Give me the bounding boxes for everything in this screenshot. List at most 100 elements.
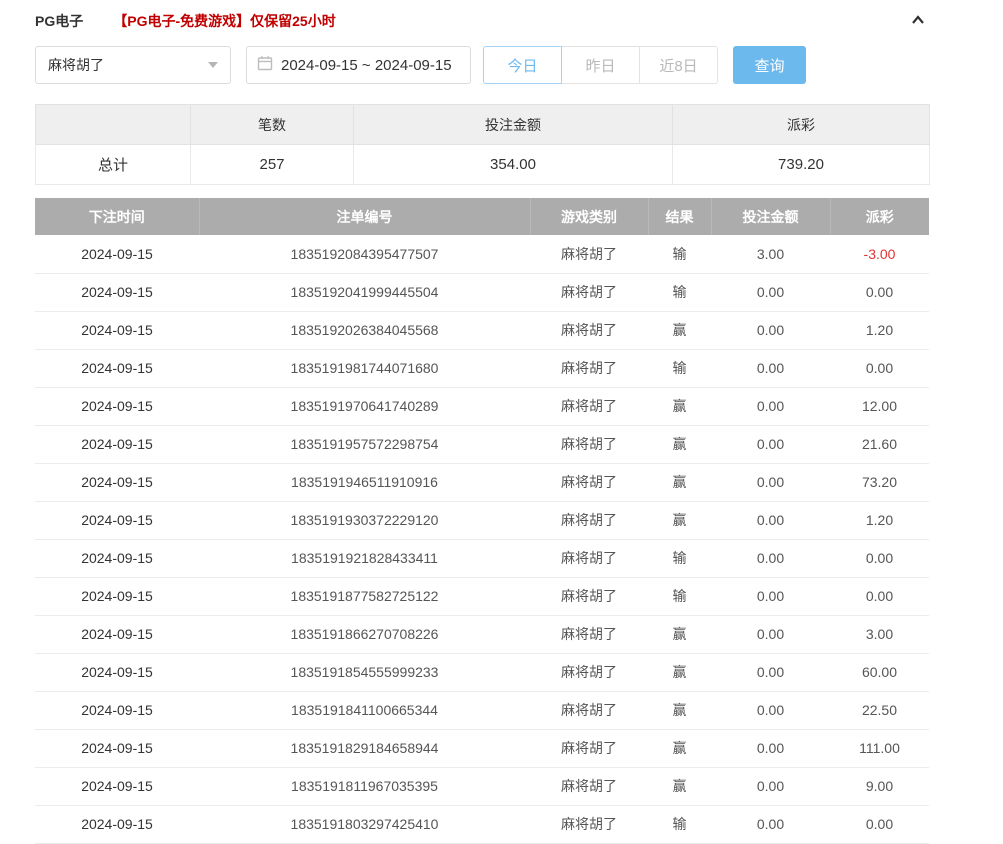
game-type: 麻将胡了	[530, 311, 648, 349]
quick-range-yesterday-button[interactable]: 昨日	[561, 46, 640, 84]
search-button[interactable]: 查询	[733, 46, 806, 84]
bet-result: 赢	[648, 615, 711, 653]
table-row: 2024-09-151835192084395477507麻将胡了输3.00-3…	[35, 235, 929, 273]
table-row: 2024-09-151835191946511910916麻将胡了赢0.0073…	[35, 463, 929, 501]
quick-range-group: 今日昨日近8日	[483, 46, 718, 84]
filter-bar: 麻将胡了 2024-09-15 ~ 2024-09-15 今日昨日近8日 查询	[35, 46, 929, 84]
bet-table-header-row: 下注时间 注单编号 游戏类别 结果 投注金额 派彩	[35, 198, 929, 235]
table-row: 2024-09-151835191803297425410麻将胡了输0.000.…	[35, 805, 929, 843]
panel-notice: 【PG电子-免费游戏】仅保留25小时	[113, 11, 335, 31]
bet-id: 1835191957572298754	[199, 425, 530, 463]
table-row: 2024-09-151835191866270708226麻将胡了赢0.003.…	[35, 615, 929, 653]
bet-date: 2024-09-15	[35, 691, 199, 729]
bet-payout: 73.20	[830, 463, 929, 501]
collapse-panel-button[interactable]	[907, 9, 929, 34]
bet-amount: 0.00	[711, 653, 830, 691]
summary-table: 笔数 投注金额 派彩 总计 257 354.00 739.20	[35, 104, 930, 185]
header-game-type: 游戏类别	[530, 198, 648, 235]
bet-payout: -3.00	[830, 235, 929, 273]
summary-header-payout: 派彩	[673, 105, 930, 145]
summary-total-count: 257	[191, 145, 354, 185]
game-type: 麻将胡了	[530, 767, 648, 805]
header-bet-date: 下注时间	[35, 198, 199, 235]
table-row: 2024-09-151835192026384045568麻将胡了赢0.001.…	[35, 311, 929, 349]
bet-amount: 0.00	[711, 577, 830, 615]
game-type: 麻将胡了	[530, 387, 648, 425]
bet-amount: 0.00	[711, 501, 830, 539]
bet-result: 赢	[648, 501, 711, 539]
bet-id: 1835191921828433411	[199, 539, 530, 577]
game-type: 麻将胡了	[530, 653, 648, 691]
game-select-value: 麻将胡了	[48, 55, 104, 75]
game-type: 麻将胡了	[530, 691, 648, 729]
bet-date: 2024-09-15	[35, 615, 199, 653]
bet-date: 2024-09-15	[35, 501, 199, 539]
bet-amount: 0.00	[711, 805, 830, 843]
table-row: 2024-09-151835191970641740289麻将胡了赢0.0012…	[35, 387, 929, 425]
game-type: 麻将胡了	[530, 729, 648, 767]
bet-amount: 3.00	[711, 235, 830, 273]
bet-amount: 0.00	[711, 387, 830, 425]
bet-date: 2024-09-15	[35, 387, 199, 425]
game-type: 麻将胡了	[530, 425, 648, 463]
date-range-input[interactable]: 2024-09-15 ~ 2024-09-15	[246, 46, 471, 84]
bet-payout: 0.00	[830, 577, 929, 615]
summary-header-bet-amount: 投注金额	[354, 105, 673, 145]
bet-id: 1835191866270708226	[199, 615, 530, 653]
table-row: 2024-09-151835191981744071680麻将胡了输0.000.…	[35, 349, 929, 387]
bet-date: 2024-09-15	[35, 805, 199, 843]
bet-payout: 111.00	[830, 729, 929, 767]
table-row: 2024-09-151835191854555999233麻将胡了赢0.0060…	[35, 653, 929, 691]
bet-payout: 0.00	[830, 273, 929, 311]
game-type: 麻将胡了	[530, 349, 648, 387]
bet-table-body: 2024-09-151835192084395477507麻将胡了输3.00-3…	[35, 235, 929, 843]
bet-id: 1835191829184658944	[199, 729, 530, 767]
table-row: 2024-09-151835191921828433411麻将胡了输0.000.…	[35, 539, 929, 577]
bet-result: 输	[648, 577, 711, 615]
quick-range-last8days-button[interactable]: 近8日	[639, 46, 718, 84]
bet-payout: 22.50	[830, 691, 929, 729]
date-range-value: 2024-09-15 ~ 2024-09-15	[281, 57, 452, 74]
bet-result: 赢	[648, 311, 711, 349]
bet-id: 1835191854555999233	[199, 653, 530, 691]
bet-id: 1835192041999445504	[199, 273, 530, 311]
table-row: 2024-09-151835191877582725122麻将胡了输0.000.…	[35, 577, 929, 615]
header-result: 结果	[648, 198, 711, 235]
bet-result: 赢	[648, 653, 711, 691]
table-row: 2024-09-151835192041999445504麻将胡了输0.000.…	[35, 273, 929, 311]
bet-date: 2024-09-15	[35, 539, 199, 577]
bet-id: 1835192084395477507	[199, 235, 530, 273]
bet-payout: 0.00	[830, 539, 929, 577]
game-type: 麻将胡了	[530, 501, 648, 539]
table-row: 2024-09-151835191957572298754麻将胡了赢0.0021…	[35, 425, 929, 463]
game-select[interactable]: 麻将胡了	[35, 46, 231, 84]
bet-id: 1835191877582725122	[199, 577, 530, 615]
quick-range-today-button[interactable]: 今日	[483, 46, 562, 84]
bet-id: 1835191946511910916	[199, 463, 530, 501]
table-row: 2024-09-151835191841100665344麻将胡了赢0.0022…	[35, 691, 929, 729]
bet-result: 赢	[648, 767, 711, 805]
summary-total-label: 总计	[36, 145, 191, 185]
bet-id: 1835191803297425410	[199, 805, 530, 843]
bet-amount: 0.00	[711, 691, 830, 729]
bet-date: 2024-09-15	[35, 235, 199, 273]
bet-result: 赢	[648, 387, 711, 425]
bet-date: 2024-09-15	[35, 653, 199, 691]
bet-amount: 0.00	[711, 273, 830, 311]
panel-header: PG电子 【PG电子-免费游戏】仅保留25小时	[35, 0, 929, 34]
header-bet-amount: 投注金额	[711, 198, 830, 235]
game-type: 麻将胡了	[530, 235, 648, 273]
bet-payout: 3.00	[830, 615, 929, 653]
game-type: 麻将胡了	[530, 273, 648, 311]
bet-records-panel: PG电子 【PG电子-免费游戏】仅保留25小时 麻将胡了 2024-09-15 …	[0, 0, 1003, 844]
game-type: 麻将胡了	[530, 577, 648, 615]
summary-header-row: 笔数 投注金额 派彩	[36, 105, 930, 145]
bet-amount: 0.00	[711, 729, 830, 767]
header-bet-id: 注单编号	[199, 198, 530, 235]
bet-date: 2024-09-15	[35, 311, 199, 349]
bet-date: 2024-09-15	[35, 767, 199, 805]
bet-date: 2024-09-15	[35, 349, 199, 387]
bet-amount: 0.00	[711, 311, 830, 349]
bet-amount: 0.00	[711, 539, 830, 577]
game-type: 麻将胡了	[530, 463, 648, 501]
